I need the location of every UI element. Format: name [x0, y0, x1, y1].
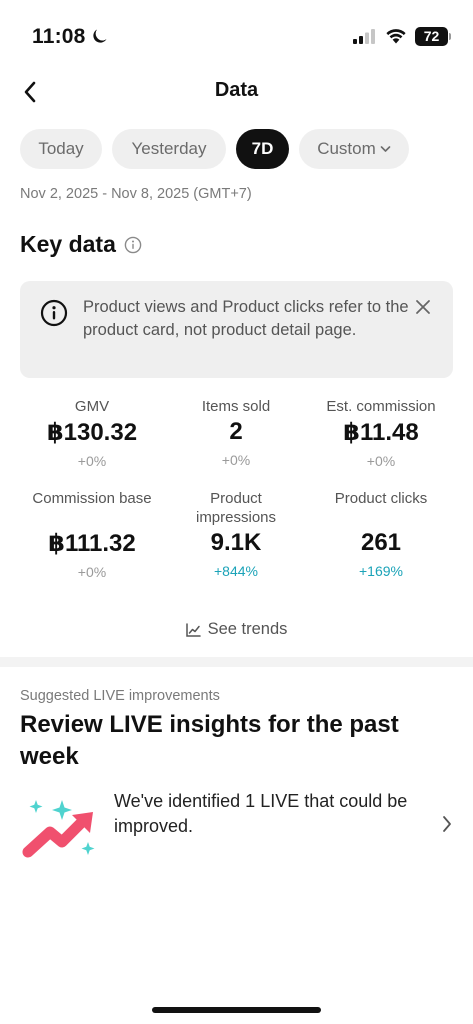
live-insight-text: We've identified 1 LIVE that could be im… [114, 791, 408, 836]
filter-yesterday-chip[interactable]: Yesterday [112, 129, 226, 169]
metric-value: 2 [229, 418, 243, 445]
metric-value: ฿130.32 [46, 419, 138, 446]
close-icon [416, 300, 430, 314]
trend-up-illustration-icon [22, 800, 95, 858]
page-title: Data [214, 79, 259, 101]
metric-change: +844% [214, 563, 258, 579]
info-notice-banner: Product views and Product clicks refer t… [20, 281, 453, 378]
metric-product-clicks[interactable]: Product clicks 261 +169% [309, 489, 453, 579]
metric-label: Product impressions [195, 490, 277, 526]
notice-text: Product views and Product clicks refer t… [83, 298, 409, 339]
metric-label: Commission base [32, 490, 152, 507]
metric-change: +169% [359, 563, 403, 579]
key-data-title: Key data [20, 231, 116, 257]
metric-value: ฿111.32 [48, 530, 136, 557]
filter-7d-chip[interactable]: 7D [236, 129, 289, 169]
suggestion-title: Review LIVE insights for the past week [20, 711, 399, 770]
notice-close-button[interactable] [411, 295, 435, 319]
metric-change: +0% [77, 564, 107, 580]
moon-icon [93, 29, 107, 43]
metric-value: 9.1K [210, 529, 262, 556]
date-filter-group: Today Yesterday 7D Custom [20, 129, 409, 169]
metric-label: Product clicks [334, 490, 428, 507]
metric-value: ฿11.48 [343, 419, 419, 446]
metric-est-commission[interactable]: Est. commission ฿11.48 +0% [309, 397, 453, 469]
see-trends-label: See trends [207, 620, 288, 638]
battery-icon: 72 [415, 27, 448, 46]
battery-tip [449, 33, 451, 40]
filter-today-chip[interactable]: Today [20, 129, 102, 169]
metric-commission-base[interactable]: Commission base ฿111.32 +0% [20, 489, 164, 580]
wifi-icon [386, 29, 406, 44]
signal-icon [353, 29, 375, 44]
metric-change: +0% [221, 452, 251, 468]
key-data-heading: Key data [20, 231, 142, 258]
line-chart-icon [185, 622, 201, 637]
chevron-down-icon [380, 146, 391, 152]
metric-product-impressions[interactable]: Product impressions 9.1K +844% [164, 489, 308, 579]
filter-custom-chip[interactable]: Custom [299, 129, 409, 169]
home-indicator[interactable] [152, 1007, 321, 1013]
metric-label: Items sold [201, 398, 271, 415]
section-divider [0, 657, 473, 667]
info-icon[interactable] [124, 236, 142, 254]
live-insight-row[interactable]: We've identified 1 LIVE that could be im… [20, 785, 453, 865]
filter-custom-label: Custom [317, 139, 376, 158]
nav-bar: Data [0, 70, 473, 114]
see-trends-button[interactable]: See trends [0, 620, 473, 639]
metric-items-sold[interactable]: Items sold 2 +0% [164, 397, 308, 468]
metric-change: +0% [77, 453, 107, 469]
metric-change: +0% [366, 453, 396, 469]
status-bar: 11:08 72 [0, 0, 473, 70]
metric-gmv[interactable]: GMV ฿130.32 +0% [20, 397, 164, 469]
suggestion-section-label: Suggested LIVE improvements [20, 688, 220, 704]
info-circle-icon [40, 299, 68, 327]
date-range-text: Nov 2, 2025 - Nov 8, 2025 (GMT+7) [20, 186, 252, 202]
metric-value: 261 [360, 529, 402, 556]
metric-label: Est. commission [326, 398, 436, 415]
chevron-right-icon [443, 816, 451, 832]
status-time: 11:08 [32, 25, 86, 48]
metric-label: GMV [74, 398, 110, 415]
